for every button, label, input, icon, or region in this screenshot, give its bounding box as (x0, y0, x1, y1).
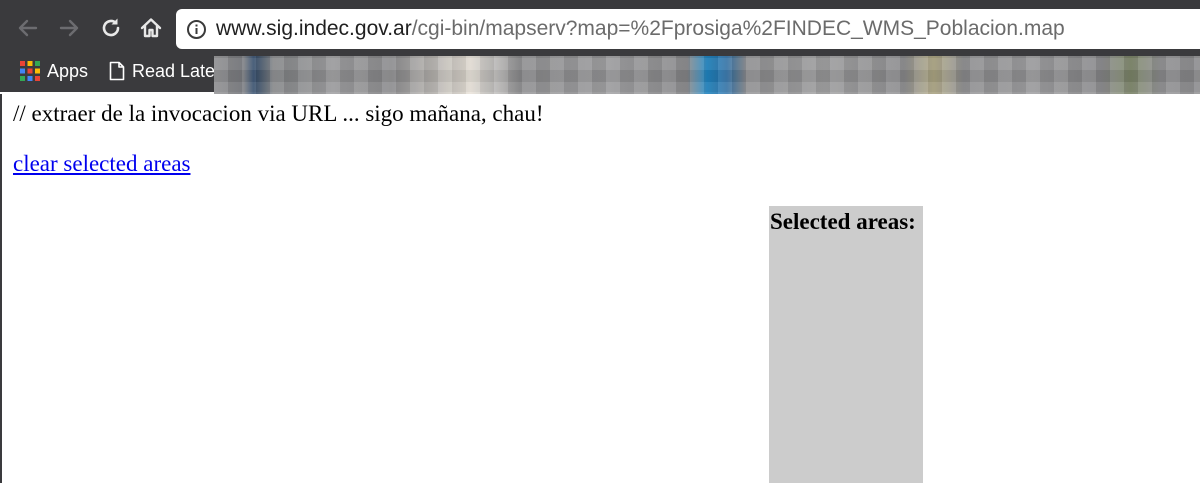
apps-grid-icon (20, 61, 40, 81)
info-icon[interactable] (186, 19, 207, 40)
clear-selected-areas-link[interactable]: clear selected areas (13, 151, 190, 177)
home-icon (140, 18, 162, 38)
url-host: www.sig.indec.gov.ar (216, 17, 412, 40)
reload-button[interactable] (95, 12, 127, 44)
back-arrow-icon (18, 19, 38, 37)
forward-arrow-icon (59, 19, 79, 37)
selected-areas-panel: Selected areas: (769, 206, 923, 483)
url-path: /cgi-bin/mapserv?map=%2Fprosiga%2FINDEC_… (411, 17, 1065, 40)
window-edge (0, 94, 2, 483)
home-button[interactable] (135, 12, 167, 44)
back-button[interactable] (12, 12, 44, 44)
document-icon (109, 61, 125, 81)
reload-icon (102, 18, 120, 37)
selected-areas-title: Selected areas: (770, 209, 916, 234)
bookmark-apps[interactable]: Apps (20, 56, 88, 86)
forward-button[interactable] (53, 12, 85, 44)
page-comment-text: // extraer de la invocacion via URL ... … (13, 101, 544, 126)
address-bar[interactable]: www.sig.indec.gov.ar/cgi-bin/mapserv?map… (176, 9, 1200, 49)
blurred-bookmarks (214, 56, 1200, 94)
bookmark-apps-label: Apps (47, 60, 89, 81)
bookmark-read-later[interactable]: Read Late (109, 56, 215, 86)
browser-toolbar: www.sig.indec.gov.ar/cgi-bin/mapserv?map… (0, 0, 1200, 56)
bookmark-read-later-label: Read Late (132, 60, 216, 81)
